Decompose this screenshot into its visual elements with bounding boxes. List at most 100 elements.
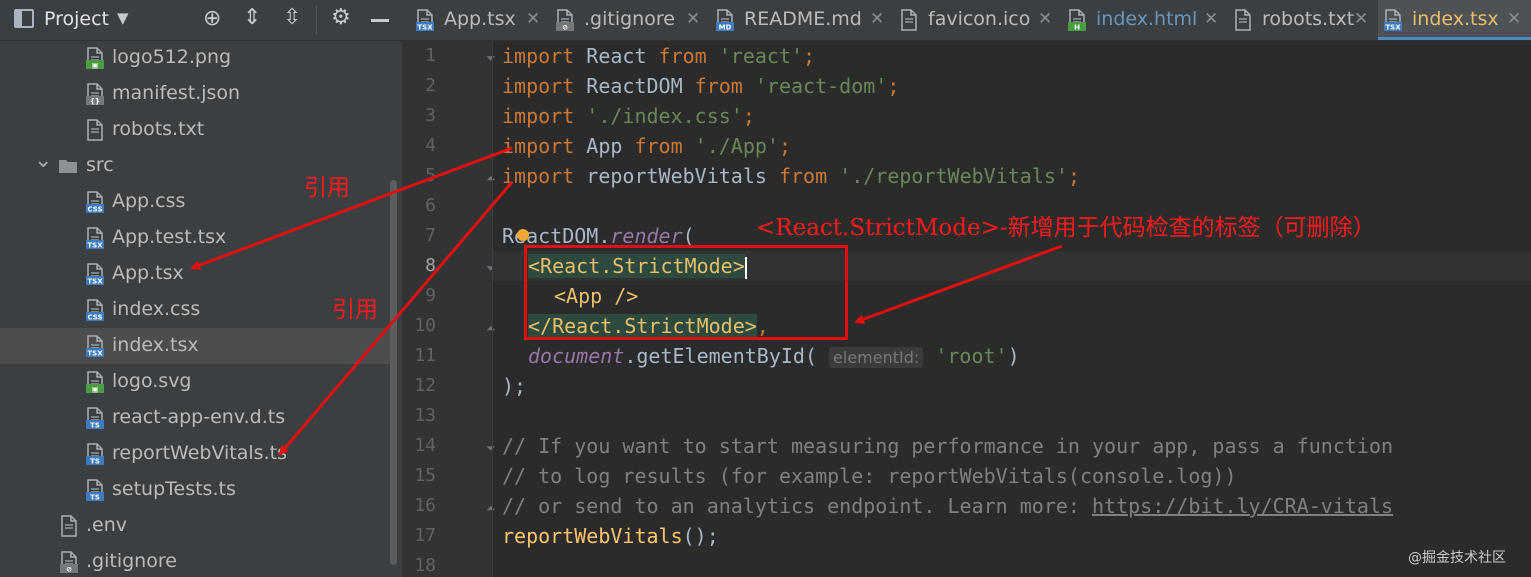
- keyword: from: [694, 74, 743, 98]
- tab-label: README.md: [744, 8, 862, 30]
- line-number: 17: [414, 525, 436, 546]
- tree-item-logo-svg[interactable]: ▣ logo.svg: [0, 364, 395, 400]
- code-line-16[interactable]: // or send to an analytics endpoint. Lea…: [502, 494, 1393, 518]
- punctuation: ): [1007, 344, 1020, 368]
- tab-index-tsx[interactable]: TSX index.tsx ✕: [1378, 0, 1531, 40]
- code-line-14[interactable]: // If you want to start measuring perfor…: [502, 434, 1393, 458]
- close-icon[interactable]: ✕: [686, 9, 700, 29]
- tree-item-react-app-env-d-ts[interactable]: TS react-app-env.d.ts: [0, 400, 395, 436]
- line-number: 2: [425, 75, 436, 96]
- code-line-2[interactable]: import ReactDOM from 'react-dom';: [502, 74, 899, 98]
- tree-item-app-test-tsx[interactable]: TSX App.test.tsx: [0, 220, 395, 256]
- close-icon[interactable]: ✕: [870, 9, 884, 29]
- tree-item-reportwebvitals-ts[interactable]: TS reportWebVitals.ts: [0, 436, 395, 472]
- punctuation: ;: [778, 134, 792, 158]
- tab-label: .gitignore: [584, 8, 675, 30]
- close-icon[interactable]: ✕: [1507, 9, 1521, 29]
- code-line-11[interactable]: document.getElementById( elementId: 'roo…: [528, 344, 1020, 368]
- ts-file-icon: TS: [86, 443, 104, 466]
- line-number: 5: [425, 165, 436, 186]
- tree-item-label: App.tsx: [112, 262, 184, 284]
- text-file-icon: [1234, 9, 1252, 31]
- json-file-icon: {}: [86, 83, 104, 106]
- tab-favicon-ico[interactable]: favicon.ico ✕: [894, 0, 1062, 40]
- svg-text:TSX: TSX: [87, 278, 103, 286]
- fold-marker-icon[interactable]: ⏶: [486, 501, 496, 515]
- code-line-17[interactable]: reportWebVitals();: [502, 524, 719, 548]
- code-line-5[interactable]: import reportWebVitals from './reportWeb…: [502, 164, 1080, 188]
- project-scrollbar[interactable]: [390, 180, 397, 565]
- tree-item-label: App.test.tsx: [112, 226, 227, 248]
- parameter-hint: elementId:: [829, 347, 924, 368]
- tree-item-index-tsx[interactable]: TSX index.tsx: [0, 328, 395, 364]
- project-view-title[interactable]: Project: [44, 8, 109, 30]
- tab-readme-md[interactable]: MD README.md ✕: [710, 0, 894, 40]
- text-file-icon: [60, 515, 78, 537]
- comment-link[interactable]: https://bit.ly/CRA-vitals: [1092, 494, 1393, 518]
- html-file-icon: H: [1068, 9, 1086, 32]
- tab-index-html[interactable]: Hindex.html ✕: [1062, 0, 1228, 40]
- code-line-12[interactable]: );: [502, 374, 526, 398]
- line-number: 11: [414, 345, 436, 366]
- hide-panel-icon[interactable]: [371, 19, 389, 22]
- highlight-box: [524, 245, 848, 340]
- tab-app-tsx[interactable]: TSX App.tsx ✕: [410, 0, 550, 40]
- tree-item-app-tsx[interactable]: TSX App.tsx: [0, 256, 395, 292]
- keyword: import: [502, 104, 575, 128]
- line-number: 7: [425, 225, 436, 246]
- collapse-all-icon[interactable]: ⇳: [283, 5, 301, 30]
- string-literal: 'root': [935, 344, 1008, 368]
- tree-item-setuptests-ts[interactable]: TS setupTests.ts: [0, 472, 395, 508]
- punctuation: ;: [803, 44, 816, 68]
- string-literal: './reportWebVitals': [827, 164, 1068, 188]
- close-icon[interactable]: ✕: [1204, 9, 1218, 29]
- intention-bulb-icon[interactable]: [517, 229, 529, 241]
- line-number: 16: [414, 495, 436, 516]
- code-line-1[interactable]: import React from 'react';: [502, 44, 815, 68]
- tree-item-label: react-app-env.d.ts: [112, 406, 286, 428]
- locate-crosshair-icon[interactable]: ⊕: [203, 6, 221, 31]
- fold-marker-icon[interactable]: ⏷: [486, 51, 496, 65]
- gear-icon[interactable]: ⚙: [331, 5, 351, 30]
- tab-gitignore[interactable]: ⊘ .gitignore ✕: [550, 0, 710, 40]
- chevron-down-icon[interactable]: ⌄: [34, 148, 52, 173]
- keyword: from: [778, 164, 828, 188]
- identifier: .getElementById(: [624, 344, 817, 368]
- tree-item-label: logo512.png: [112, 46, 232, 68]
- close-icon[interactable]: ✕: [526, 9, 540, 29]
- fold-marker-icon[interactable]: ⏷: [486, 441, 496, 455]
- svg-text:TS: TS: [90, 494, 100, 502]
- fold-marker-icon[interactable]: ⏶: [486, 171, 496, 185]
- tree-item-gitignore[interactable]: ⊘ .gitignore: [0, 544, 395, 577]
- close-icon[interactable]: ✕: [1038, 9, 1052, 29]
- code-line-4[interactable]: import App from './App';: [502, 134, 791, 158]
- expand-all-icon[interactable]: ⇕: [243, 5, 261, 30]
- tsx-file-icon: TSX: [86, 335, 104, 358]
- line-number: 8: [425, 255, 436, 276]
- tree-item-label: .gitignore: [86, 550, 177, 572]
- tree-item-manifest-json[interactable]: {} manifest.json: [0, 76, 395, 112]
- ts-file-icon: TS: [86, 407, 104, 430]
- close-icon[interactable]: ✕: [1354, 9, 1368, 29]
- string-literal: 'react-dom': [742, 74, 888, 98]
- chevron-down-icon[interactable]: ▼: [117, 9, 129, 27]
- tree-item-logo512-png[interactable]: ▣ logo512.png: [0, 40, 395, 76]
- tab-label: robots.txt: [1262, 8, 1355, 30]
- annotation-ref-2: 引用: [332, 297, 378, 323]
- punctuation: ;: [1067, 164, 1080, 188]
- tab-robots-txt[interactable]: robots.txt ✕: [1228, 0, 1378, 40]
- code-line-15[interactable]: // to log results (for example: reportWe…: [502, 464, 1237, 488]
- svg-text:TSX: TSX: [1385, 24, 1401, 32]
- fold-marker-icon[interactable]: ⏶: [486, 321, 496, 335]
- tree-item-label: App.css: [112, 190, 186, 212]
- tsx-file-icon: TSX: [1384, 9, 1402, 32]
- tree-item-env[interactable]: .env: [0, 508, 395, 544]
- comment: // or send to an analytics endpoint. Lea…: [502, 494, 1093, 518]
- active-tab-indicator: [1378, 37, 1531, 40]
- tree-item-label: src: [86, 154, 114, 176]
- tree-item-robots-txt[interactable]: robots.txt: [0, 112, 395, 148]
- code-line-3[interactable]: import './index.css';: [502, 104, 755, 128]
- line-number: 18: [414, 555, 436, 576]
- identifier: App: [574, 134, 635, 158]
- identifier: ReactDOM: [574, 74, 695, 98]
